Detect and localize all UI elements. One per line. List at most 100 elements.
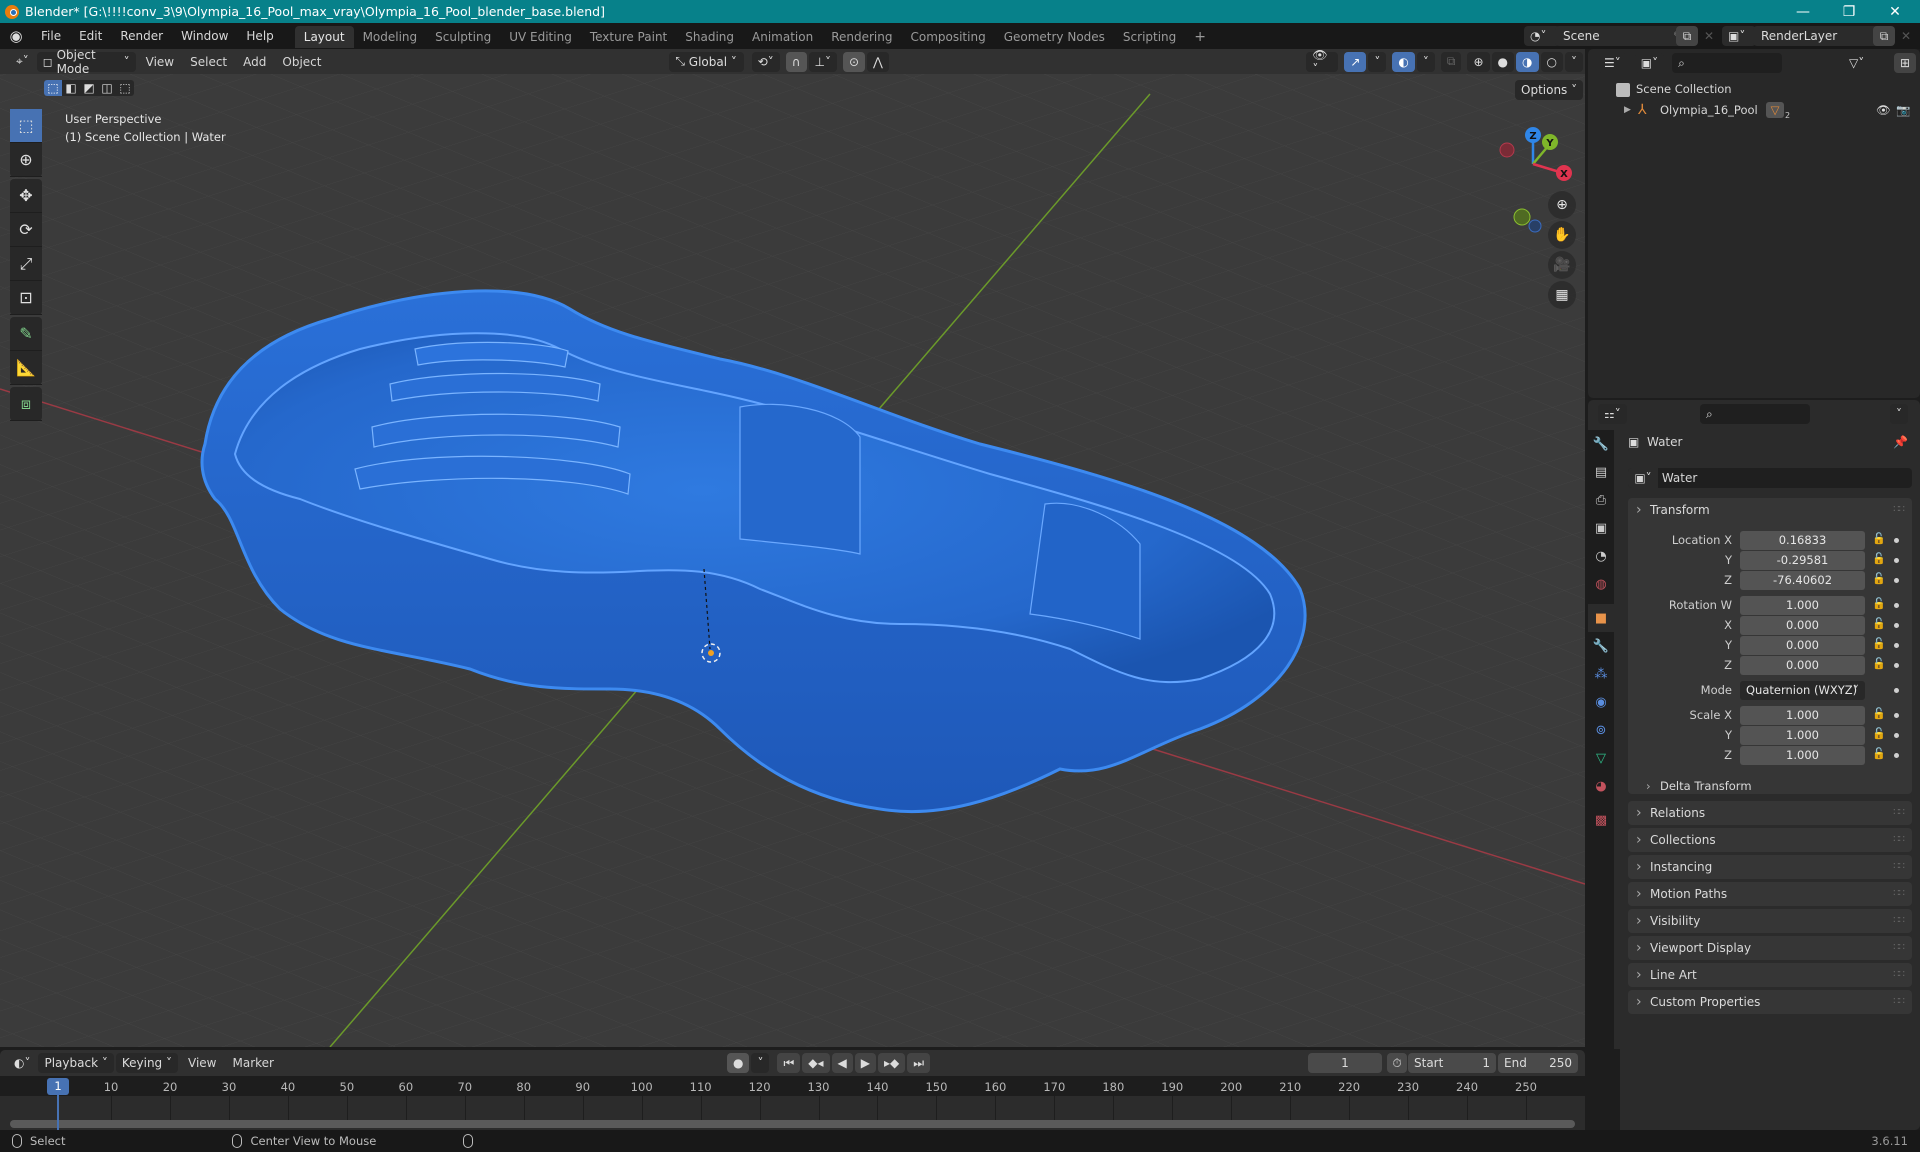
lock-icon[interactable]: 🔓 (1872, 552, 1886, 565)
location-z-field[interactable]: -76.40602 (1740, 571, 1865, 590)
tab-scripting[interactable]: Scripting (1114, 26, 1185, 48)
new-viewlayer-button[interactable]: ⧉ (1873, 26, 1895, 46)
neg-z-axis-icon[interactable] (1528, 219, 1542, 233)
keyframe-dot-icon[interactable] (1894, 713, 1899, 718)
keyframe-dot-icon[interactable] (1894, 733, 1899, 738)
drag-handle-icon[interactable]: ∷∷ (1893, 990, 1905, 1014)
tab-shading[interactable]: Shading (676, 26, 743, 48)
tab-geometry-nodes[interactable]: Geometry Nodes (995, 26, 1114, 48)
tab-compositing[interactable]: Compositing (901, 26, 994, 48)
play-button[interactable]: ▶ (854, 1053, 876, 1073)
annotate-tool[interactable]: ✎ (10, 317, 42, 351)
select-new-icon[interactable]: ⬚ (44, 80, 62, 96)
keying-menu[interactable]: Keying ˅ (115, 1053, 178, 1073)
scene-name-field[interactable]: Scene ✎ (1555, 26, 1689, 46)
outliner-scene-collection[interactable]: Scene Collection (1616, 79, 1732, 99)
shading-material[interactable]: ◑ (1516, 51, 1539, 72)
tab-rendering[interactable]: Rendering (822, 26, 901, 48)
minimize-button[interactable]: — (1780, 0, 1826, 23)
menu-edit[interactable]: Edit (70, 23, 111, 49)
add-workspace-button[interactable]: + (1185, 26, 1215, 48)
editor-type-button[interactable]: ⌖˅ (10, 52, 35, 72)
outliner-item[interactable]: ▶ ⅄ Olympia_16_Pool ▽ 2 👁 📷 (1588, 100, 1920, 120)
rotation-y-field[interactable]: 0.000 (1740, 636, 1865, 655)
timeline-body[interactable] (0, 1096, 1585, 1130)
rotation-x-field[interactable]: 0.000 (1740, 616, 1865, 635)
panel-viewport-display[interactable]: Viewport Display ∷∷ (1628, 936, 1912, 960)
render-camera-icon[interactable]: 📷 (1896, 100, 1910, 120)
keyframe-dot-icon[interactable] (1894, 753, 1899, 758)
gizmo-toggle[interactable]: ↗ (1344, 51, 1367, 72)
location-y-field[interactable]: -0.29581 (1740, 551, 1865, 570)
delete-scene-button[interactable]: ✕ (1700, 26, 1718, 46)
end-frame-field[interactable]: End 250 (1498, 1053, 1578, 1073)
keyframe-dot-icon[interactable] (1894, 623, 1899, 628)
keyframe-dot-icon[interactable] (1894, 688, 1899, 693)
next-keyframe-button[interactable]: ▸◆ (878, 1053, 906, 1073)
pivot-point-dropdown[interactable]: ⟲˅ (751, 51, 780, 72)
navigation-gizmo[interactable]: Z Y X (1490, 109, 1580, 239)
tab-modifiers[interactable]: 🔧 (1588, 632, 1614, 660)
object-browse-icon[interactable]: ▣˅ (1628, 468, 1658, 488)
transform-tool[interactable]: ⊡ (10, 281, 42, 315)
drag-handle-icon[interactable]: ∷∷ (1893, 882, 1905, 906)
panel-instancing[interactable]: Instancing ∷∷ (1628, 855, 1912, 879)
drag-handle-icon[interactable]: ∷∷ (1893, 498, 1905, 522)
select-subtract-icon[interactable]: ◩ (80, 80, 98, 96)
drag-handle-icon[interactable]: ∷∷ (1893, 963, 1905, 987)
lock-icon[interactable]: 🔓 (1872, 532, 1886, 545)
properties-options-dropdown[interactable]: ˅ (1890, 404, 1908, 424)
timeline-view-menu[interactable]: View (180, 1056, 224, 1070)
camera-view-button[interactable]: 🎥 (1548, 251, 1576, 279)
scale-x-field[interactable]: 1.000 (1740, 706, 1865, 725)
menu-file[interactable]: File (32, 23, 70, 49)
play-reverse-button[interactable]: ◀ (831, 1053, 853, 1073)
tab-sculpting[interactable]: Sculpting (426, 26, 500, 48)
overlay-dropdown[interactable]: ˅ (1416, 51, 1435, 72)
rotation-mode-dropdown[interactable]: Quaternion (WXYZ) ˅ (1740, 681, 1865, 700)
panel-visibility[interactable]: Visibility ∷∷ (1628, 909, 1912, 933)
pan-view-button[interactable]: ✋ (1548, 221, 1576, 249)
lock-icon[interactable]: 🔓 (1872, 707, 1886, 720)
menu-view[interactable]: View (138, 55, 182, 69)
tab-physics[interactable]: ◉ (1588, 688, 1614, 716)
neg-x-axis-icon[interactable] (1499, 142, 1515, 158)
timeline-marker-menu[interactable]: Marker (224, 1056, 281, 1070)
object-datablock-field[interactable]: ▣˅ Water (1628, 468, 1912, 488)
panel-line-art[interactable]: Line Art ∷∷ (1628, 963, 1912, 987)
select-invert-icon[interactable]: ◫ (98, 80, 116, 96)
shading-dropdown[interactable]: ˅ (1565, 51, 1583, 72)
keyframe-dot-icon[interactable] (1894, 578, 1899, 583)
panel-motion-paths[interactable]: Motion Paths ∷∷ (1628, 882, 1912, 906)
tab-tool[interactable]: 🔧 (1588, 430, 1614, 458)
visibility-eye-icon[interactable]: 👁 (1876, 100, 1891, 120)
lock-icon[interactable]: 🔓 (1872, 597, 1886, 610)
tab-render[interactable]: ▤ (1588, 458, 1614, 486)
lock-icon[interactable]: 🔓 (1872, 637, 1886, 650)
properties-search-input[interactable]: ⌕ (1700, 404, 1810, 424)
tab-particles[interactable]: ⁂ (1588, 660, 1614, 688)
tab-world[interactable]: ◍ (1588, 570, 1614, 598)
prev-keyframe-button[interactable]: ◆◂ (802, 1053, 830, 1073)
tab-data[interactable]: ▽ (1588, 744, 1614, 772)
panel-collections[interactable]: Collections ∷∷ (1628, 828, 1912, 852)
blender-menu-icon[interactable]: ◉ (0, 27, 32, 45)
scale-z-field[interactable]: 1.000 (1740, 746, 1865, 765)
select-intersect-icon[interactable]: ⬚ (116, 80, 134, 96)
scale-y-field[interactable]: 1.000 (1740, 726, 1865, 745)
start-frame-field[interactable]: Start 1 (1408, 1053, 1496, 1073)
drag-handle-icon[interactable]: ∷∷ (1893, 828, 1905, 852)
rotate-tool[interactable]: ⟳ (10, 213, 42, 247)
close-button[interactable]: ✕ (1872, 0, 1918, 23)
mode-dropdown[interactable]: ◻ Object Mode ˅ (36, 48, 136, 76)
rotation-w-field[interactable]: 1.000 (1740, 596, 1865, 615)
keyframe-dot-icon[interactable] (1894, 643, 1899, 648)
playhead[interactable]: 1 (47, 1078, 69, 1095)
keyframe-dot-icon[interactable] (1894, 603, 1899, 608)
drag-handle-icon[interactable]: ∷∷ (1893, 801, 1905, 825)
tab-texture-paint[interactable]: Texture Paint (581, 26, 676, 48)
shading-wireframe[interactable]: ⊕ (1467, 51, 1490, 72)
keyframe-dot-icon[interactable] (1894, 558, 1899, 563)
snap-target-dropdown[interactable]: ⊥˅ (808, 51, 837, 72)
pin-icon[interactable]: 📌 (1893, 432, 1908, 452)
